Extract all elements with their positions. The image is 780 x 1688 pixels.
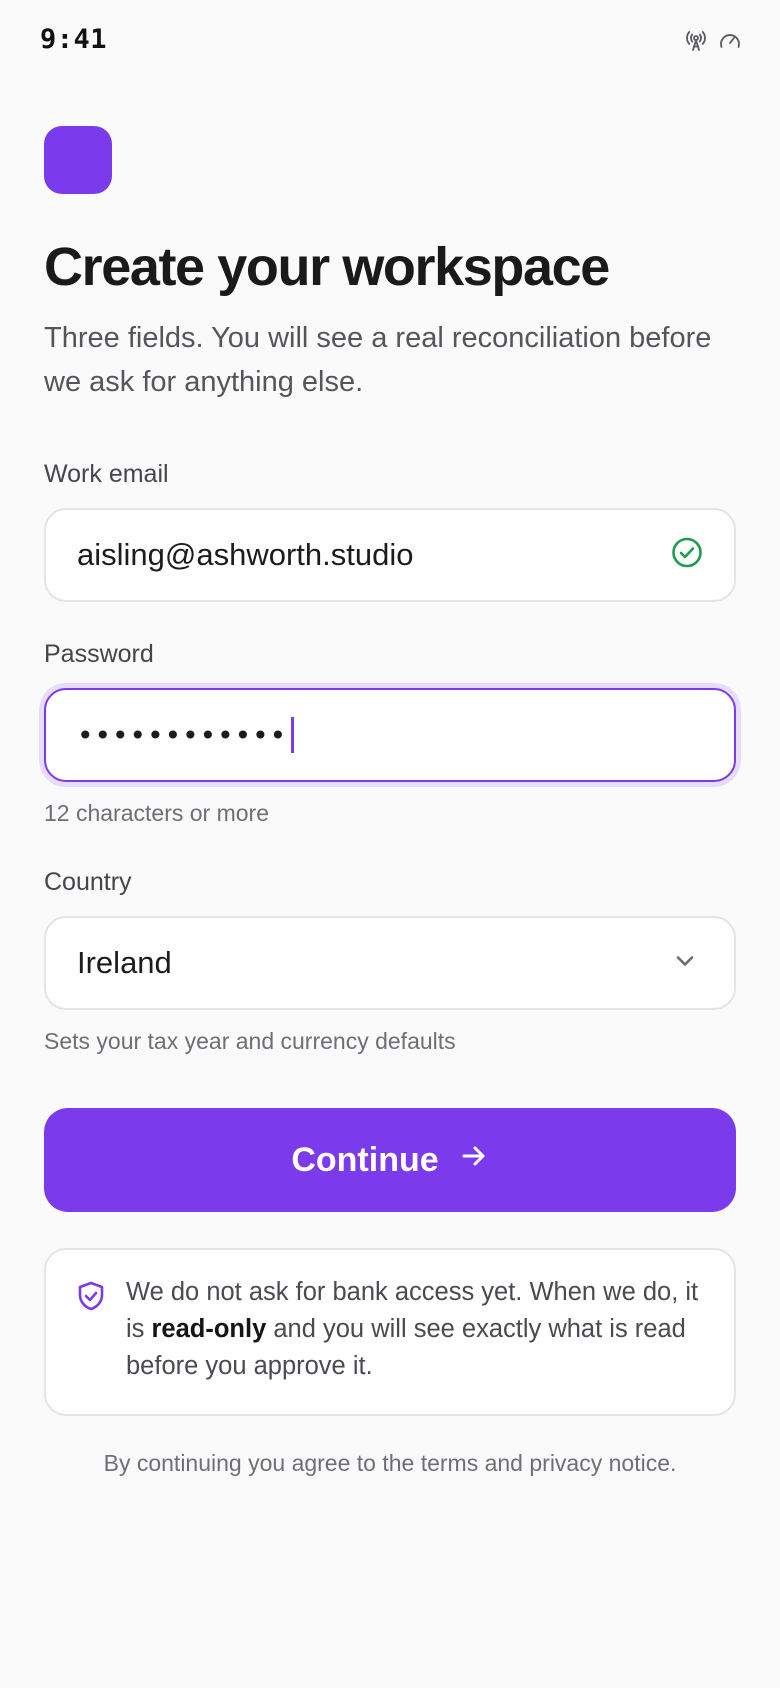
shield-check-icon xyxy=(76,1280,106,1317)
terms-text: By continuing you agree to the terms and… xyxy=(103,1450,677,1476)
country-select[interactable]: Ireland xyxy=(44,916,736,1010)
password-value[interactable]: •••••••••••• xyxy=(77,717,295,753)
app-logo xyxy=(44,126,112,194)
password-label: Password xyxy=(44,640,154,668)
chevron-down-icon[interactable] xyxy=(672,948,698,979)
page-subtitle: Three fields. You will see a real reconc… xyxy=(44,322,712,398)
password-help: 12 characters or more xyxy=(44,800,269,826)
notice-text: We do not ask for bank access yet. When … xyxy=(126,1274,716,1385)
email-label: Work email xyxy=(44,460,169,488)
email-field[interactable]: aisling@ashworth.studio xyxy=(44,508,736,602)
gauge-icon xyxy=(718,29,742,53)
bank-access-notice: We do not ask for bank access yet. When … xyxy=(44,1248,736,1416)
continue-button[interactable]: Continue xyxy=(44,1108,736,1212)
notice-text-bold: read-only xyxy=(151,1315,267,1343)
page-title: Create your workspace xyxy=(44,237,610,297)
status-time: 9:41 xyxy=(40,24,108,55)
status-icons xyxy=(684,29,742,53)
arrow-right-icon xyxy=(459,1141,489,1180)
email-value[interactable]: aisling@ashworth.studio xyxy=(77,537,413,573)
antenna-icon xyxy=(684,29,708,53)
country-value[interactable]: Ireland xyxy=(77,945,172,981)
password-field[interactable]: •••••••••••• xyxy=(44,688,736,782)
text-cursor xyxy=(291,717,295,753)
country-label: Country xyxy=(44,868,132,896)
check-circle-icon xyxy=(670,536,704,575)
password-mask: •••••••••••• xyxy=(77,718,288,752)
status-bar: 9:41 xyxy=(0,0,780,86)
continue-label: Continue xyxy=(291,1140,439,1179)
country-help: Sets your tax year and currency defaults xyxy=(44,1028,456,1054)
